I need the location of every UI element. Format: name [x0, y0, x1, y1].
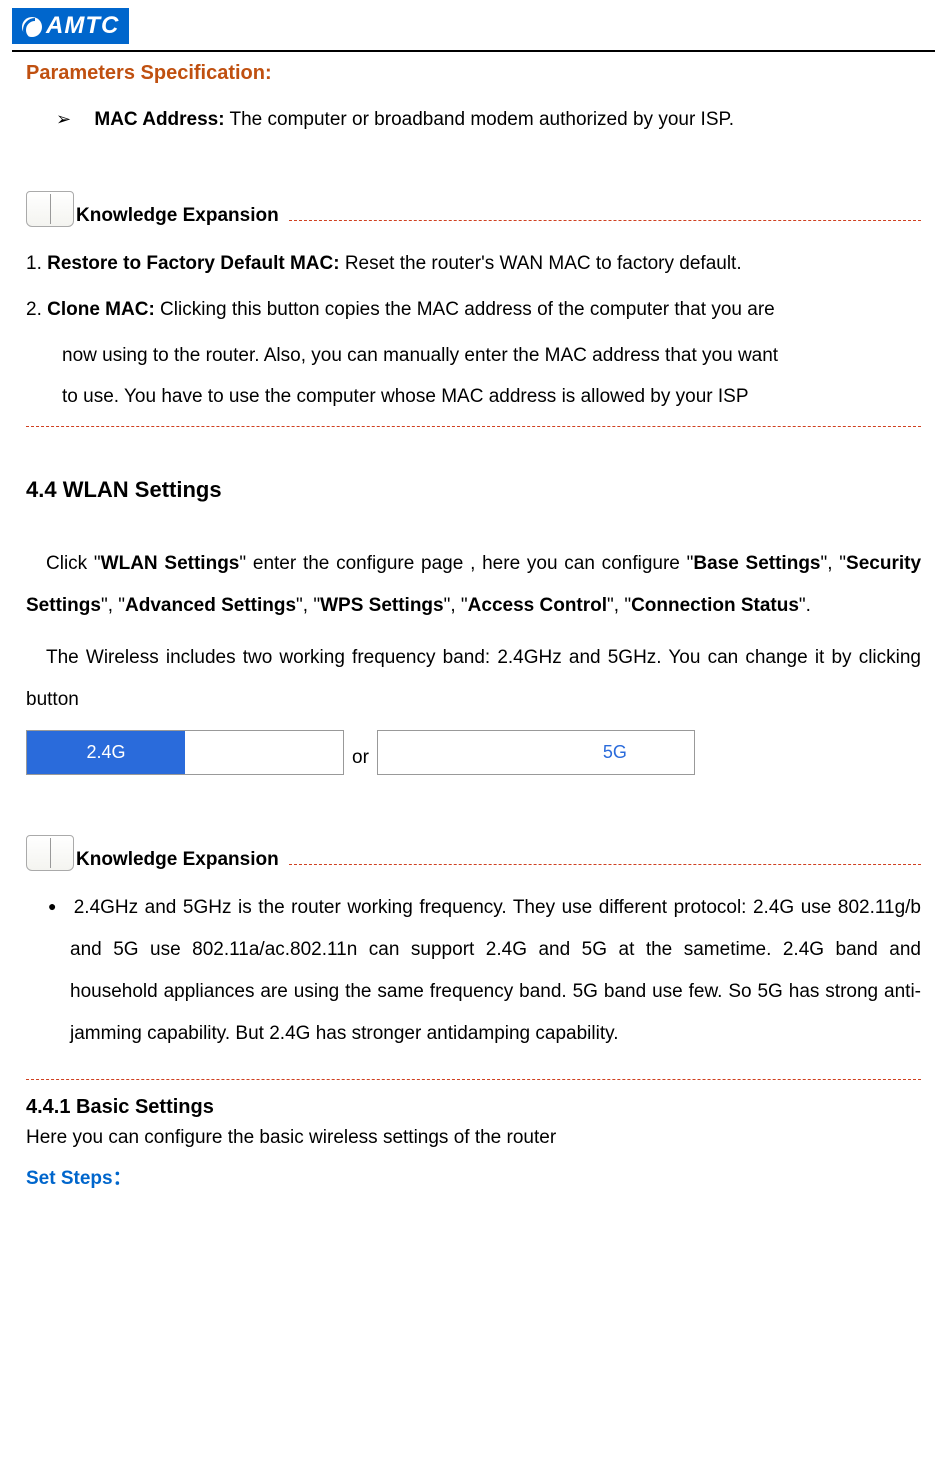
item1-bold: Restore to Factory Default MAC:	[47, 253, 339, 274]
dashed-line	[289, 220, 921, 221]
or-text: or	[352, 747, 369, 775]
knowledge-expansion-title: Knowledge Expansion	[76, 205, 279, 227]
parameters-specification-title: Parameters Specification:	[26, 62, 921, 85]
book-icon	[26, 835, 74, 871]
set-steps-heading: Set Steps：	[26, 1163, 921, 1190]
knowledge-expansion-row-1: Knowledge Expansion	[26, 191, 921, 227]
ke2-text: 2.4GHz and 5GHz is the router working fr…	[70, 897, 921, 1043]
ke2-bullet: ●2.4GHz and 5GHz is the router working f…	[70, 887, 921, 1054]
header-divider	[12, 50, 935, 52]
item2-rest: Clicking this button copies the MAC addr…	[155, 299, 775, 320]
section-4-4-heading: 4.4 WLAN Settings	[26, 477, 921, 503]
knowledge-list-1: 1. Restore to Factory Default MAC: Reset…	[26, 243, 921, 418]
knowledge-expansion-title-2: Knowledge Expansion	[76, 849, 279, 871]
toggle-5g-inactive	[378, 731, 536, 774]
item2-num: 2.	[26, 299, 47, 320]
mac-address-bullet: ➢ MAC Address: The computer or broadband…	[56, 109, 921, 131]
page-content: Parameters Specification: ➢ MAC Address:…	[0, 62, 947, 1190]
toggle-24g-button[interactable]: 2.4G	[26, 730, 344, 775]
frequency-toggle-row: 2.4G or 5G	[26, 730, 921, 775]
dashed-divider-1	[26, 426, 921, 427]
logo-text: AMTC	[46, 12, 119, 39]
knowledge-expansion-row-2: Knowledge Expansion	[26, 835, 921, 871]
basic-settings-desc: Here you can configure the basic wireles…	[26, 1127, 921, 1149]
section-4-4-1-heading: 4.4.1 Basic Settings	[26, 1096, 921, 1119]
item1-num: 1.	[26, 253, 47, 274]
toggle-24g-inactive	[185, 731, 343, 774]
brand-logo: AMTC	[12, 8, 129, 44]
ke1-item-2: 2. Clone MAC: Clicking this button copie…	[26, 289, 921, 331]
logo-icon	[22, 17, 42, 37]
dashed-line	[289, 864, 921, 865]
ke1-item-1: 1. Restore to Factory Default MAC: Reset…	[26, 243, 921, 285]
arrow-bullet-icon: ➢	[56, 109, 71, 129]
wlan-paragraph-2: The Wireless includes two working freque…	[26, 637, 921, 721]
toggle-5g-button[interactable]: 5G	[377, 730, 695, 775]
page-header: AMTC	[0, 0, 947, 44]
mac-address-label: MAC Address:	[94, 109, 224, 130]
toggle-24g-active: 2.4G	[27, 731, 185, 774]
toggle-5g-active: 5G	[536, 731, 694, 774]
mac-address-desc: The computer or broadband modem authoriz…	[225, 109, 734, 130]
item2-cont1: now using to the router. Also, you can m…	[62, 335, 921, 377]
dashed-divider-2	[26, 1079, 921, 1080]
wlan-paragraph-1: Click "WLAN Settings" enter the configur…	[26, 543, 921, 627]
item2-cont2: to use. You have to use the computer who…	[62, 376, 921, 418]
item2-bold: Clone MAC:	[47, 299, 155, 320]
item1-rest: Reset the router's WAN MAC to factory de…	[340, 253, 742, 274]
book-icon	[26, 191, 74, 227]
dot-bullet-icon: ●	[48, 898, 58, 914]
